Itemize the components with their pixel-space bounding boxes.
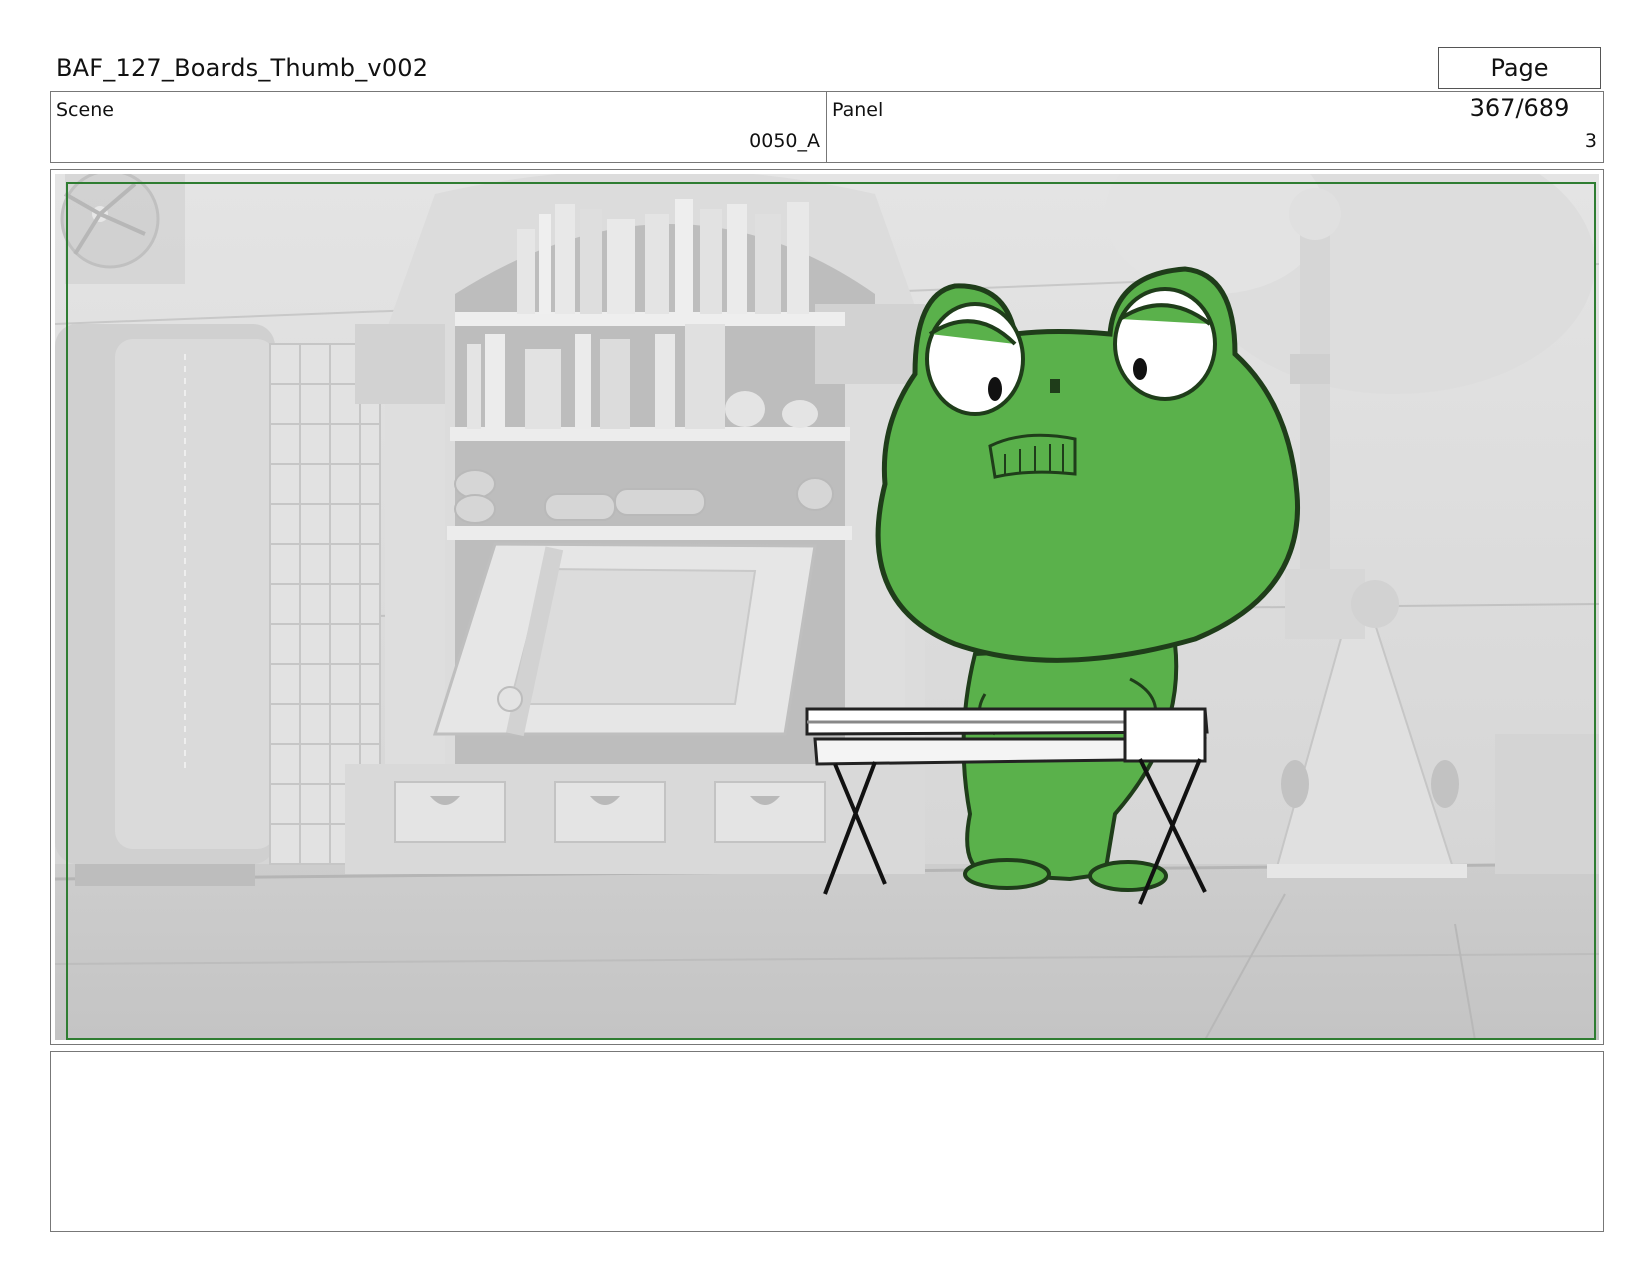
info-row: Scene 0050_A Panel 3 bbox=[50, 91, 1604, 163]
notes-box[interactable] bbox=[50, 1051, 1604, 1232]
panel-cell: Panel 3 bbox=[827, 92, 1603, 162]
document-title: BAF_127_Boards_Thumb_v002 bbox=[56, 54, 429, 82]
storyboard-drawing bbox=[55, 174, 1599, 1040]
scene-cell: Scene 0050_A bbox=[51, 92, 827, 162]
scene-value: 0050_A bbox=[749, 130, 820, 152]
page-number-box: Page 367/689 bbox=[1438, 47, 1601, 122]
scene-label: Scene bbox=[56, 99, 114, 121]
panel-value: 3 bbox=[1584, 130, 1597, 152]
storyboard-image bbox=[55, 174, 1599, 1040]
fridge bbox=[55, 324, 275, 886]
wall-fan bbox=[60, 174, 185, 284]
storyboard-frame bbox=[50, 169, 1604, 1045]
panel-label: Panel bbox=[832, 99, 884, 121]
